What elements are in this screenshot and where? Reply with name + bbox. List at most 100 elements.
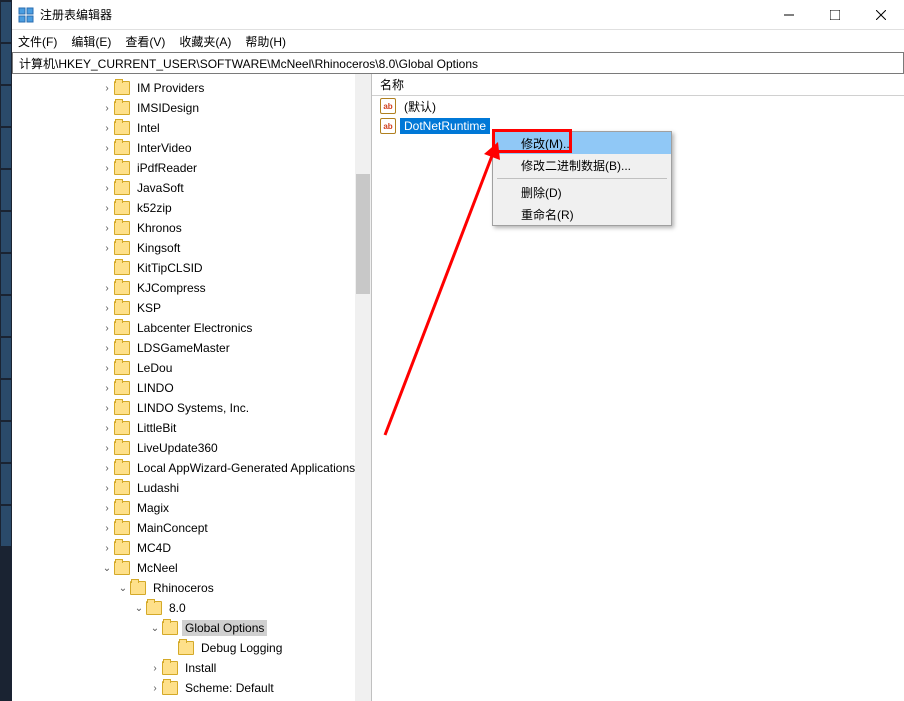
menu-favorites[interactable]: 收藏夹(A) [179, 33, 231, 50]
tree-item[interactable]: ›Kingsoft [12, 238, 371, 258]
tree-item[interactable]: ›KJCompress [12, 278, 371, 298]
collapse-icon[interactable]: ⌄ [100, 563, 114, 574]
tree-item[interactable]: › Intel [12, 118, 371, 138]
folder-icon [114, 101, 130, 115]
tree-item[interactable]: › LeDou [12, 358, 371, 378]
expand-icon[interactable]: › [100, 103, 114, 114]
expand-icon[interactable]: › [100, 543, 114, 554]
expand-icon[interactable]: › [100, 503, 114, 514]
tree-scrollbar[interactable] [355, 74, 371, 701]
tree-item[interactable]: ›KSP [12, 298, 371, 318]
collapse-icon[interactable]: ⌄ [148, 623, 162, 634]
address-bar[interactable]: 计算机\HKEY_CURRENT_USER\SOFTWARE\McNeel\Rh… [12, 52, 904, 74]
folder-icon [162, 681, 178, 695]
collapse-icon[interactable]: ⌄ [116, 583, 130, 594]
scrollbar-thumb[interactable] [356, 174, 370, 294]
expand-icon[interactable]: › [100, 523, 114, 534]
tree-item[interactable]: › Magix [12, 498, 371, 518]
tree-item-label: Intel [134, 120, 163, 136]
tree-item[interactable]: › MC4D [12, 538, 371, 558]
maximize-button[interactable] [812, 0, 858, 30]
minimize-button[interactable] [766, 0, 812, 30]
expand-icon[interactable]: › [100, 443, 114, 454]
context-menu: 修改(M)... 修改二进制数据(B)... 删除(D) 重命名(R) [492, 131, 672, 226]
tree-item-label: JavaSoft [134, 180, 187, 196]
tree-item[interactable]: ›IM Providers [12, 78, 371, 98]
tree-item[interactable]: › Labcenter Electronics [12, 318, 371, 338]
tree-item[interactable]: KitTipCLSID [12, 258, 371, 278]
tree-item[interactable]: Debug Logging [12, 638, 371, 658]
expand-icon[interactable]: › [100, 223, 114, 234]
tree-item-label: Magix [134, 500, 172, 516]
tree-item[interactable]: ⌄Rhinoceros [12, 578, 371, 598]
tree-item[interactable]: ›LiveUpdate360 [12, 438, 371, 458]
expand-icon[interactable]: › [100, 323, 114, 334]
expand-icon[interactable]: › [148, 683, 162, 694]
expand-icon[interactable]: › [100, 183, 114, 194]
tree-item[interactable]: › IMSIDesign [12, 98, 371, 118]
tree-item[interactable]: ›LINDO Systems, Inc. [12, 398, 371, 418]
tree-item[interactable]: › JavaSoft [12, 178, 371, 198]
expand-icon[interactable]: › [100, 343, 114, 354]
tree-item[interactable]: ›InterVideo [12, 138, 371, 158]
expand-icon[interactable]: › [100, 203, 114, 214]
tree-item[interactable]: ⌄ Global Options [12, 618, 371, 638]
expand-icon[interactable]: › [100, 123, 114, 134]
value-name: DotNetRuntime [400, 118, 490, 134]
tree-item[interactable]: ›k52zip [12, 198, 371, 218]
tree-item-label: Labcenter Electronics [134, 320, 255, 336]
column-header-name[interactable]: 名称 [372, 74, 904, 96]
folder-icon [114, 161, 130, 175]
tree-item-label: Scheme: Default [182, 680, 277, 696]
menu-item-modify[interactable]: 修改(M)... [493, 132, 671, 154]
tree-item[interactable]: › Ludashi [12, 478, 371, 498]
tree-item[interactable]: ›LINDO [12, 378, 371, 398]
tree-item[interactable]: › LDSGameMaster [12, 338, 371, 358]
expand-icon[interactable]: › [100, 283, 114, 294]
expand-icon[interactable]: › [148, 663, 162, 674]
expand-icon[interactable]: › [100, 83, 114, 94]
expand-icon[interactable]: › [100, 163, 114, 174]
folder-icon [114, 461, 130, 475]
value-row[interactable]: ab(默认) [372, 96, 904, 116]
tree-item-label: MC4D [134, 540, 174, 556]
tree-item-label: LeDou [134, 360, 175, 376]
tree-item[interactable]: ⌄McNeel [12, 558, 371, 578]
tree-item[interactable]: ›LittleBit [12, 418, 371, 438]
expand-icon[interactable]: › [100, 243, 114, 254]
tree-item[interactable]: ›Local AppWizard-Generated Applications [12, 458, 371, 478]
tree-item[interactable]: › Scheme: Default [12, 678, 371, 698]
menu-help[interactable]: 帮助(H) [245, 33, 286, 50]
menu-file[interactable]: 文件(F) [18, 33, 57, 50]
tree-item[interactable]: ›Install [12, 658, 371, 678]
expand-icon[interactable]: › [100, 463, 114, 474]
menu-item-modify-binary[interactable]: 修改二进制数据(B)... [493, 154, 671, 176]
tree-item[interactable]: ›MainConcept [12, 518, 371, 538]
expand-icon[interactable]: › [100, 483, 114, 494]
expand-icon[interactable]: › [100, 303, 114, 314]
tree-item-label: LDSGameMaster [134, 340, 233, 356]
menu-item-rename[interactable]: 重命名(R) [493, 203, 671, 225]
tree-item-label: Global Options [182, 620, 267, 636]
folder-icon [114, 181, 130, 195]
collapse-icon[interactable]: ⌄ [132, 603, 146, 614]
folder-icon [114, 281, 130, 295]
tree-item[interactable]: ›Khronos [12, 218, 371, 238]
close-button[interactable] [858, 0, 904, 30]
tree-item[interactable]: ›iPdfReader [12, 158, 371, 178]
expand-icon[interactable]: › [100, 383, 114, 394]
tree-item-label: IMSIDesign [134, 100, 202, 116]
menu-item-delete[interactable]: 删除(D) [493, 181, 671, 203]
tree-pane[interactable]: ›IM Providers›IMSIDesign›Intel›InterVide… [12, 74, 372, 701]
tree-item[interactable]: ⌄8.0 [12, 598, 371, 618]
tree-item-label: Ludashi [134, 480, 182, 496]
expand-icon[interactable]: › [100, 423, 114, 434]
regedit-icon [18, 7, 34, 23]
expand-icon[interactable]: › [100, 363, 114, 374]
menu-edit[interactable]: 编辑(E) [71, 33, 111, 50]
folder-icon [114, 241, 130, 255]
expand-icon[interactable]: › [100, 143, 114, 154]
menu-view[interactable]: 查看(V) [125, 33, 165, 50]
folder-icon [146, 601, 162, 615]
expand-icon[interactable]: › [100, 403, 114, 414]
